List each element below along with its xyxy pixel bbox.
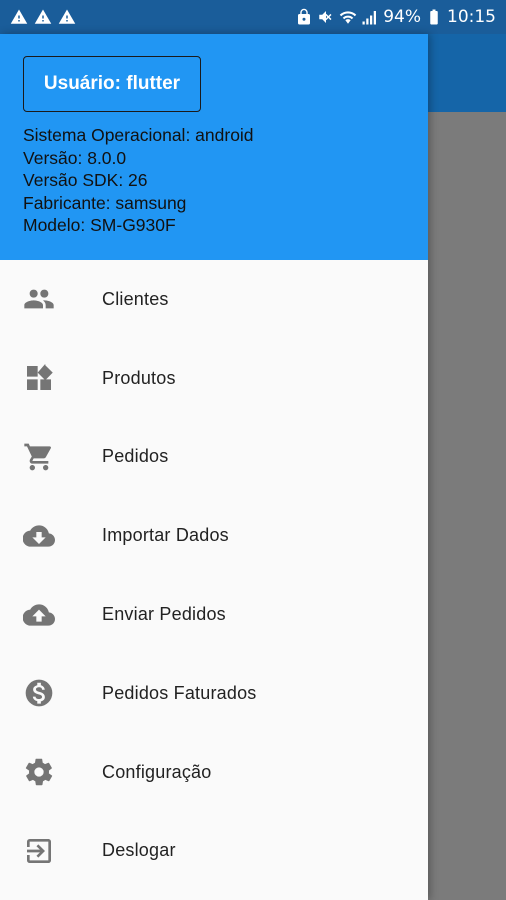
device-info: Sistema Operacional: android Versão: 8.0…	[23, 124, 254, 237]
status-bar: 94% 10:15	[0, 0, 506, 34]
device-manufacturer: Fabricante: samsung	[23, 192, 187, 213]
drawer-menu: Clientes Produtos Pedidos Importar Dados…	[0, 260, 428, 890]
signal-icon	[362, 11, 377, 25]
user-button[interactable]: Usuário: flutter	[23, 56, 201, 112]
notification-icons	[10, 8, 76, 26]
battery-icon	[430, 9, 438, 25]
mute-icon	[319, 11, 332, 23]
menu-item-label: Deslogar	[102, 840, 176, 861]
device-os: Sistema Operacional: android	[23, 125, 254, 145]
menu-item-enviar-pedidos[interactable]: Enviar Pedidos	[0, 575, 428, 654]
menu-item-label: Enviar Pedidos	[102, 604, 226, 625]
menu-item-pedidos-faturados[interactable]: Pedidos Faturados	[0, 654, 428, 733]
lock-icon	[298, 8, 311, 25]
warning-icon	[58, 9, 76, 24]
device-model: Modelo: SM-G930F	[23, 215, 176, 236]
menu-item-configuracao[interactable]: Configuração	[0, 733, 428, 812]
menu-item-label: Produtos	[102, 367, 176, 388]
cart-icon	[22, 440, 56, 474]
people-icon	[22, 282, 56, 316]
warning-icon	[34, 9, 52, 24]
cloud-upload-icon	[22, 598, 56, 632]
menu-item-label: Pedidos Faturados	[102, 682, 257, 703]
cloud-download-icon	[22, 519, 56, 553]
dollar-icon	[22, 676, 56, 710]
device-version: Versão: 8.0.0	[23, 147, 127, 168]
menu-item-importar-dados[interactable]: Importar Dados	[0, 496, 428, 575]
clock: 10:15	[447, 7, 496, 27]
menu-item-pedidos[interactable]: Pedidos	[0, 418, 428, 497]
menu-item-deslogar[interactable]: Deslogar	[0, 812, 428, 891]
widgets-icon	[22, 361, 56, 395]
menu-item-label: Clientes	[102, 288, 169, 309]
gear-icon	[22, 755, 56, 789]
menu-item-label: Configuração	[102, 761, 212, 782]
system-indicators: 94% 10:15	[295, 7, 496, 27]
menu-item-label: Importar Dados	[102, 525, 229, 546]
battery-percent: 94%	[383, 7, 421, 27]
drawer-header: Usuário: flutter Sistema Operacional: an…	[0, 34, 428, 260]
logout-icon	[22, 834, 56, 868]
navigation-drawer: Usuário: flutter Sistema Operacional: an…	[0, 34, 428, 900]
warning-icon	[10, 9, 28, 24]
device-sdk: Versão SDK: 26	[23, 170, 148, 191]
menu-item-produtos[interactable]: Produtos	[0, 339, 428, 418]
menu-item-label: Pedidos	[102, 446, 169, 467]
wifi-icon	[339, 11, 357, 24]
menu-item-clientes[interactable]: Clientes	[0, 260, 428, 339]
